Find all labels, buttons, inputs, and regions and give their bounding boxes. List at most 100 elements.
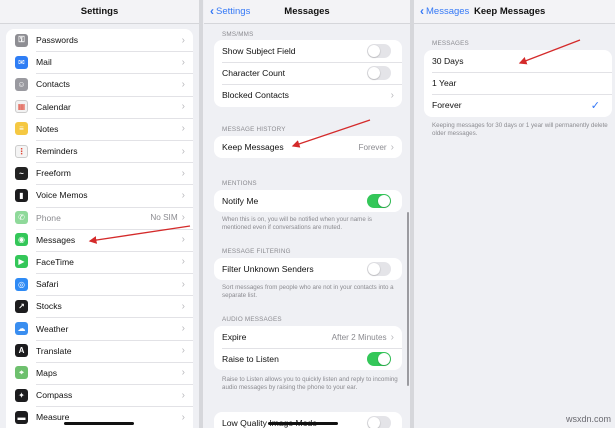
chevron-right-icon: ›: [181, 167, 185, 179]
chevron-right-icon: ›: [181, 189, 185, 201]
keep-footnote: Keeping messages for 30 days or 1 year w…: [432, 122, 608, 138]
settings-item-label: Measure: [36, 412, 70, 423]
settings-navbar: Settings: [0, 0, 199, 24]
settings-title: Settings: [80, 6, 119, 17]
blocked-contacts-row[interactable]: Blocked Contacts ›: [214, 84, 402, 106]
keep-options-group: 30 Days 1 Year Forever ✓: [424, 50, 612, 117]
notify-me-label: Notify Me: [222, 196, 259, 207]
keep-option-1-year[interactable]: 1 Year: [424, 72, 612, 94]
keep-messages-value: Forever: [358, 142, 387, 152]
settings-item-label: Mail: [36, 57, 52, 68]
section-history-header: MESSAGE HISTORY: [222, 126, 286, 133]
keep-option-label: 30 Days: [432, 56, 464, 67]
character-count-toggle[interactable]: [367, 66, 391, 81]
notify-me-toggle[interactable]: [367, 194, 391, 209]
calendar-icon: ▦: [15, 100, 28, 114]
settings-item-voice-memos[interactable]: ▮ Voice Memos ›: [6, 184, 193, 206]
keep-option-label: Forever: [432, 100, 462, 111]
settings-item-label: Compass: [36, 390, 73, 401]
settings-list: ⚿ Passwords › ✉ Mail › ☺ Contacts › ▦ Calendar › ≡ No…: [6, 29, 193, 428]
raise-to-listen-toggle[interactable]: [367, 352, 391, 367]
settings-item-phone[interactable]: ✆ Phone No SIM ›: [6, 206, 193, 229]
settings-item-freeform[interactable]: ~ Freeform ›: [6, 162, 193, 184]
scrollbar[interactable]: [407, 212, 409, 386]
mentions-group: Notify Me: [214, 190, 402, 213]
settings-item-passwords[interactable]: ⚿ Passwords ›: [6, 29, 193, 51]
phone-icon: ✆: [15, 211, 28, 225]
expire-row[interactable]: Expire After 2 Minutes ›: [214, 326, 402, 348]
messages-title: Messages: [284, 6, 330, 17]
raise-footnote: Raise to Listen allows you to quickly li…: [222, 376, 398, 392]
freeform-icon: ~: [15, 166, 28, 180]
compass-icon: ✦: [15, 388, 28, 402]
filter-unknown-row[interactable]: Filter Unknown Senders: [214, 258, 402, 280]
chevron-right-icon: ›: [181, 145, 185, 157]
character-count-row[interactable]: Character Count: [214, 62, 402, 84]
settings-item-label: Phone: [36, 212, 61, 223]
settings-item-contacts[interactable]: ☺ Contacts ›: [6, 73, 193, 95]
chevron-right-icon: ›: [181, 101, 185, 113]
settings-item-safari[interactable]: ◎ Safari ›: [6, 273, 193, 295]
settings-item-label: Notes: [36, 123, 59, 134]
settings-item-calendar[interactable]: ▦ Calendar ›: [6, 95, 193, 118]
weather-icon: ☁: [15, 322, 28, 336]
settings-item-mail[interactable]: ✉ Mail ›: [6, 51, 193, 73]
chevron-right-icon: ›: [390, 89, 394, 101]
show-subject-toggle[interactable]: [367, 44, 391, 59]
keep-option-30-days[interactable]: 30 Days: [424, 50, 612, 72]
expire-value: After 2 Minutes: [331, 332, 387, 342]
settings-item-messages[interactable]: ◉ Messages ›: [6, 228, 193, 251]
settings-item-notes[interactable]: ≡ Notes ›: [6, 117, 193, 140]
filter-footnote: Sort messages from people who are not in…: [222, 284, 394, 300]
reminders-icon: ⋮: [15, 144, 28, 158]
settings-item-compass[interactable]: ✦ Compass ›: [6, 384, 193, 406]
keep-title: Keep Messages: [474, 6, 546, 17]
low-quality-toggle[interactable]: [367, 416, 391, 428]
voice-memos-icon: ▮: [15, 188, 28, 202]
settings-item-stocks[interactable]: ↗ Stocks ›: [6, 295, 193, 317]
key-icon: ⚿: [15, 33, 28, 47]
chevron-right-icon: ›: [181, 256, 185, 268]
settings-item-value: No SIM: [150, 213, 178, 223]
settings-item-label: Stocks: [36, 301, 62, 312]
chevron-right-icon: ›: [181, 56, 185, 68]
keep-messages-row[interactable]: Keep Messages Forever ›: [214, 136, 402, 158]
home-indicator: [268, 422, 338, 425]
section-filtering-header: MESSAGE FILTERING: [222, 248, 291, 255]
messages-icon: ◉: [15, 233, 28, 247]
home-indicator: [64, 422, 134, 425]
messages-pane: ‹ Settings Messages SMS/MMS Show Subject…: [204, 0, 410, 428]
settings-item-maps[interactable]: ⌖ Maps ›: [6, 361, 193, 384]
history-group: Keep Messages Forever ›: [214, 136, 402, 159]
low-quality-row[interactable]: Low Quality Image Mode: [214, 412, 402, 428]
settings-item-label: Freeform: [36, 168, 71, 179]
settings-item-translate[interactable]: A Translate ›: [6, 339, 193, 362]
filter-unknown-toggle[interactable]: [367, 262, 391, 277]
settings-item-label: Passwords: [36, 35, 79, 46]
chevron-left-icon: ‹: [420, 4, 424, 18]
notify-me-row[interactable]: Notify Me: [214, 190, 402, 212]
watermark: wsxdn.com: [565, 414, 611, 424]
back-to-messages-button[interactable]: ‹ Messages: [420, 4, 469, 18]
chevron-right-icon: ›: [181, 212, 185, 224]
image-mode-group: Low Quality Image Mode: [214, 412, 402, 428]
settings-item-weather[interactable]: ☁ Weather ›: [6, 317, 193, 339]
show-subject-row[interactable]: Show Subject Field: [214, 40, 402, 62]
chevron-right-icon: ›: [181, 323, 185, 335]
chevron-right-icon: ›: [390, 141, 394, 153]
settings-item-reminders[interactable]: ⋮ Reminders ›: [6, 139, 193, 162]
settings-item-facetime[interactable]: ▶ FaceTime ›: [6, 250, 193, 273]
filtering-group: Filter Unknown Senders: [214, 258, 402, 281]
mail-icon: ✉: [15, 55, 28, 69]
chevron-right-icon: ›: [181, 389, 185, 401]
settings-item-label: Reminders: [36, 146, 78, 157]
raise-to-listen-row[interactable]: Raise to Listen: [214, 348, 402, 370]
keep-option-forever[interactable]: Forever ✓: [424, 94, 612, 116]
settings-item-label: Maps: [36, 367, 58, 378]
settings-item-label: FaceTime: [36, 256, 74, 267]
chevron-right-icon: ›: [181, 78, 185, 90]
keep-messages-label: Keep Messages: [222, 142, 284, 153]
settings-pane: Settings ⚿ Passwords › ✉ Mail › ☺ Contacts › ▦ Cal…: [0, 0, 199, 428]
expire-label: Expire: [222, 332, 247, 343]
keep-navbar: ‹ Messages Keep Messages: [414, 0, 615, 24]
